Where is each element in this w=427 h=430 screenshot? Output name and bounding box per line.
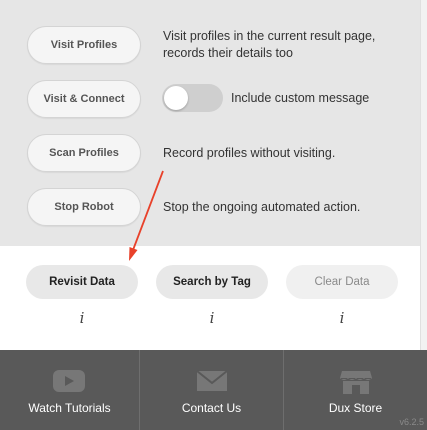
revisit-data-info-icon[interactable]: i — [75, 309, 89, 327]
actions-panel: Visit Profiles Visit profiles in the cur… — [0, 0, 420, 246]
watch-tutorials-label: Watch Tutorials — [28, 401, 111, 415]
visit-profiles-button[interactable]: Visit Profiles — [27, 26, 141, 64]
scan-profiles-description: Record profiles without visiting. — [163, 146, 336, 160]
store-icon — [340, 371, 372, 394]
toggle-knob — [164, 86, 188, 110]
contact-us-link[interactable]: Contact Us — [140, 350, 283, 430]
watch-tutorials-link[interactable]: Watch Tutorials — [0, 350, 139, 430]
scan-profiles-button[interactable]: Scan Profiles — [27, 134, 141, 172]
visit-connect-button[interactable]: Visit & Connect — [27, 80, 141, 118]
scrollbar[interactable] — [420, 0, 427, 350]
revisit-data-button[interactable]: Revisit Data — [26, 265, 138, 299]
version-label: v6.2.5 — [399, 417, 424, 427]
youtube-icon — [53, 370, 85, 392]
contact-us-label: Contact Us — [181, 401, 242, 415]
footer-bar: Watch Tutorials Contact Us Dux Store v6.… — [0, 350, 427, 430]
clear-data-button[interactable]: Clear Data — [286, 265, 398, 299]
visit-profiles-description: Visit profiles in the current result pag… — [163, 29, 376, 60]
search-by-tag-button[interactable]: Search by Tag — [156, 265, 268, 299]
search-by-tag-info-icon[interactable]: i — [205, 309, 219, 327]
stop-robot-button[interactable]: Stop Robot — [27, 188, 141, 226]
custom-message-label: Include custom message — [231, 91, 370, 105]
dux-store-label: Dux Store — [328, 401, 383, 415]
custom-message-toggle[interactable] — [162, 84, 223, 112]
stop-robot-description: Stop the ongoing automated action. — [163, 200, 361, 214]
envelope-icon — [196, 370, 228, 391]
clear-data-info-icon[interactable]: i — [335, 309, 349, 327]
